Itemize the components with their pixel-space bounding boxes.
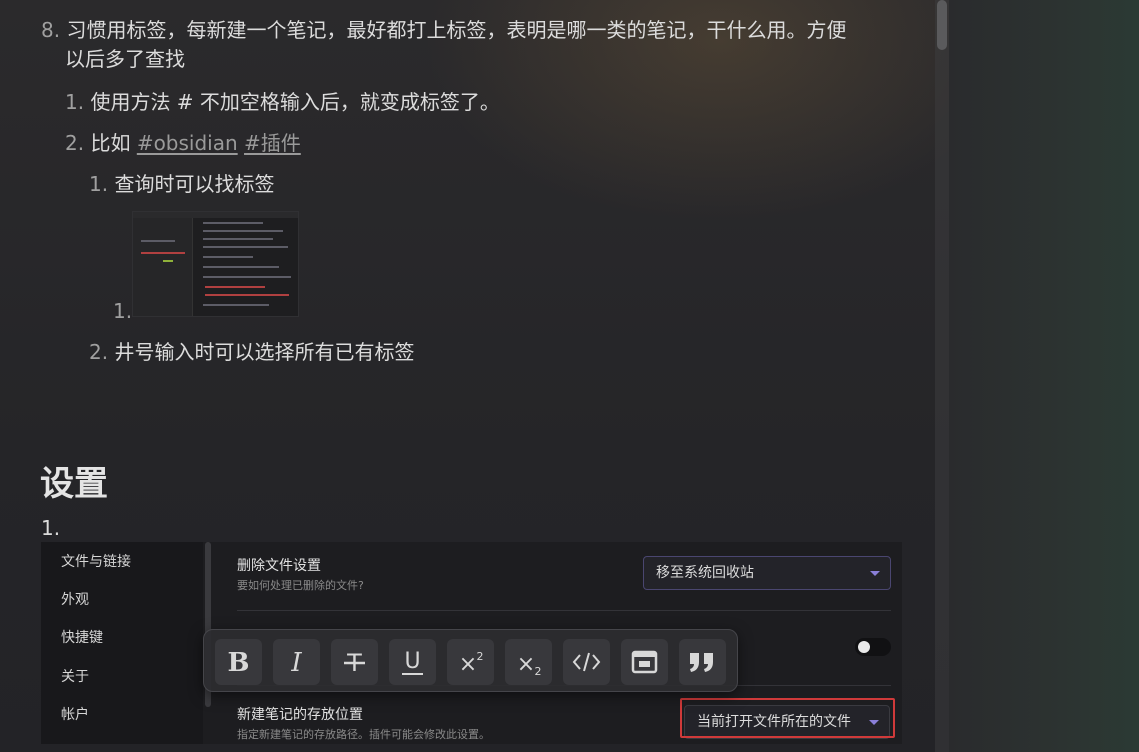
setting-title-delete-files: 删除文件设置 bbox=[237, 558, 321, 574]
superscript-button[interactable]: × 2 bbox=[447, 639, 494, 685]
list-item-8: 8. 习惯用标签，每新建一个笔记，最好都打上标签，表明是哪一类的笔记，干什么用。… bbox=[41, 16, 846, 44]
thumb-sidebar bbox=[133, 218, 193, 316]
embedded-screenshot-image[interactable] bbox=[132, 211, 299, 317]
subscript-icon: × 2 bbox=[517, 652, 542, 678]
list-number: 1. bbox=[89, 172, 109, 196]
thumb-line bbox=[205, 294, 289, 296]
subscript-button[interactable]: × 2 bbox=[505, 639, 552, 685]
code-icon bbox=[572, 652, 601, 672]
highlight-box bbox=[680, 698, 895, 738]
svg-text:I: I bbox=[290, 648, 302, 678]
thumb-line bbox=[205, 286, 265, 288]
list-number: 1. bbox=[65, 90, 85, 114]
underline-icon: U bbox=[402, 649, 423, 675]
code-button[interactable] bbox=[563, 639, 610, 685]
italic-button[interactable]: I bbox=[273, 639, 320, 685]
embed-block-icon bbox=[631, 650, 658, 674]
thumb-line bbox=[203, 238, 273, 240]
list-text: 比如 bbox=[90, 131, 137, 155]
svg-text:2: 2 bbox=[535, 665, 542, 678]
list-number: 1. bbox=[113, 299, 133, 323]
settings-nav-files-links: 文件与链接 bbox=[61, 554, 131, 570]
delete-files-dropdown: 移至系统回收站 bbox=[643, 556, 891, 590]
list-number: 1. bbox=[41, 516, 61, 540]
tag-obsidian[interactable]: #obsidian bbox=[137, 131, 238, 155]
thumb-line bbox=[203, 230, 283, 232]
thumb-line bbox=[203, 246, 288, 248]
right-pane bbox=[949, 0, 1139, 752]
svg-text:2: 2 bbox=[477, 650, 484, 663]
thumb-line bbox=[141, 252, 185, 254]
svg-text:U: U bbox=[404, 649, 420, 674]
list-number: 2. bbox=[65, 131, 85, 155]
list-item-8-continued: 以后多了查找 bbox=[65, 47, 185, 71]
formatting-toolbar: B I T U × 2 × 2 bbox=[203, 629, 738, 692]
settings-nav-appearance: 外观 bbox=[61, 592, 89, 608]
divider bbox=[237, 610, 891, 611]
settings-nav-hotkeys: 快捷键 bbox=[61, 630, 103, 646]
quote-button[interactable] bbox=[679, 639, 726, 685]
toggle-knob bbox=[858, 641, 870, 653]
chevron-down-icon bbox=[870, 571, 880, 576]
sub-list-item-2: 2. 比如 #obsidian #插件 bbox=[65, 129, 301, 157]
italic-icon: I bbox=[290, 648, 302, 678]
list-text: 使用方法 # 不加空格输入后，就变成标签了。 bbox=[90, 90, 500, 114]
settings-list-number: 1. bbox=[41, 514, 60, 542]
editor-scrollbar-thumb[interactable] bbox=[937, 0, 947, 50]
thumb-line bbox=[203, 276, 291, 278]
list-text: 井号输入时可以选择所有已有标签 bbox=[114, 340, 415, 364]
strikethrough-icon: T bbox=[344, 649, 365, 677]
thumb-line bbox=[141, 240, 175, 242]
section-heading: 设置 bbox=[40, 464, 108, 504]
list-text: 查询时可以找标签 bbox=[114, 172, 275, 196]
thumb-line bbox=[203, 266, 279, 268]
superscript-icon: × 2 bbox=[459, 650, 484, 677]
setting-desc-delete-files: 要如何处理已删除的文件? bbox=[237, 579, 364, 592]
thumb-line bbox=[203, 304, 269, 306]
sub-list-item-1: 1. 使用方法 # 不加空格输入后，就变成标签了。 bbox=[65, 88, 500, 116]
thumb-line bbox=[203, 222, 263, 224]
svg-text:×: × bbox=[517, 652, 535, 677]
underline-button[interactable]: U bbox=[389, 639, 436, 685]
bold-button[interactable]: B bbox=[215, 639, 262, 685]
sub-sub-list-item-2: 2. 井号输入时可以选择所有已有标签 bbox=[89, 338, 414, 366]
setting-desc-new-note-location: 指定新建笔记的存放路径。插件可能会修改此设置。 bbox=[237, 728, 490, 741]
svg-text:B: B bbox=[228, 648, 250, 678]
embed-block-button[interactable] bbox=[621, 639, 668, 685]
setting-title-new-note-location: 新建笔记的存放位置 bbox=[237, 707, 363, 723]
list-number: 8. bbox=[41, 18, 61, 42]
image-list-number: 1. bbox=[113, 297, 132, 325]
dropdown-value: 移至系统回收站 bbox=[656, 565, 754, 581]
thumb-line bbox=[163, 260, 173, 262]
editor-scrollbar[interactable] bbox=[935, 0, 949, 752]
thumb-line bbox=[203, 256, 253, 258]
svg-text:×: × bbox=[459, 652, 477, 677]
strikethrough-button[interactable]: T bbox=[331, 639, 378, 685]
quote-icon bbox=[690, 653, 713, 672]
tag-plugin[interactable]: #插件 bbox=[244, 131, 301, 155]
list-number: 2. bbox=[89, 340, 109, 364]
list-text: 习惯用标签，每新建一个笔记，最好都打上标签，表明是哪一类的笔记，干什么用。方便 bbox=[66, 18, 847, 42]
toggle-switch bbox=[855, 638, 891, 656]
bold-icon: B bbox=[228, 648, 250, 678]
settings-nav-about: 关于 bbox=[61, 669, 89, 685]
settings-nav-account: 帐户 bbox=[61, 707, 89, 723]
sub-sub-list-item-1: 1. 查询时可以找标签 bbox=[89, 170, 274, 198]
